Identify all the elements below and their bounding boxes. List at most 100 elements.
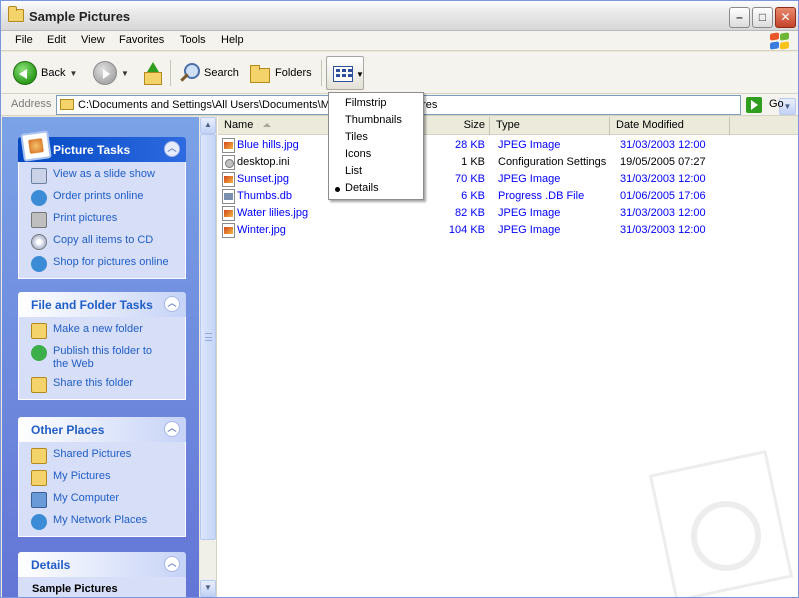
place-my-pictures[interactable]: My Pictures (31, 470, 185, 486)
back-arrow-icon (13, 61, 37, 85)
views-dropdown-icon: ▼ (356, 70, 364, 79)
other-places-header[interactable]: Other Places ︿ (18, 417, 186, 442)
table-row[interactable]: Blue hills.jpg 28 KB JPEG Image 31/03/2003 … (218, 137, 798, 154)
collapse-icon[interactable]: ︿ (164, 141, 180, 157)
scroll-up-icon[interactable]: ▲ (200, 117, 216, 134)
other-places-title: Other Places (31, 423, 105, 437)
place-shared-pictures[interactable]: Shared Pictures (31, 448, 185, 464)
search-icon (178, 62, 200, 84)
table-row[interactable]: Sunset.jpg 70 KB JPEG Image 31/03/2003 12:0… (218, 171, 798, 188)
windows-logo-icon (768, 32, 790, 50)
settings-file-icon (222, 155, 235, 170)
jpeg-file-icon (222, 223, 235, 238)
views-button[interactable]: ▼ (326, 56, 364, 90)
scroll-down-icon[interactable]: ▼ (200, 580, 216, 597)
menu-tools[interactable]: Tools (180, 34, 206, 46)
folders-icon (249, 63, 271, 83)
task-pane: Picture Tasks ︿ View as a slide show Ord… (2, 117, 199, 597)
view-icons[interactable]: Icons (345, 148, 371, 160)
menu-file[interactable]: File (15, 34, 33, 46)
table-row[interactable]: desktop.ini 1 KB Configuration Settings 19/… (218, 154, 798, 171)
globe-icon (31, 256, 47, 272)
view-filmstrip[interactable]: Filmstrip (345, 97, 387, 109)
search-label: Search (204, 67, 239, 79)
views-grid-icon (333, 66, 353, 82)
picture-tasks-header[interactable]: Picture Tasks ︿ (18, 130, 186, 162)
menu-edit[interactable]: Edit (47, 34, 66, 46)
task-new-folder[interactable]: Make a new folder (31, 323, 185, 339)
file-size: 6 KB (461, 190, 485, 202)
column-headers: Name Size Type Date Modified (218, 117, 798, 135)
go-arrow-icon[interactable] (746, 97, 762, 113)
file-date: 31/03/2003 12:00 (620, 173, 706, 185)
folder-icon (60, 99, 74, 110)
task-shop-pictures[interactable]: Shop for pictures online (31, 256, 185, 272)
my-pictures-icon (31, 470, 47, 486)
task-view-slideshow[interactable]: View as a slide show (31, 168, 185, 184)
file-name: Blue hills.jpg (237, 139, 299, 151)
menu-favorites[interactable]: Favorites (119, 34, 164, 46)
scroll-thumb[interactable] (200, 134, 216, 540)
back-button[interactable]: Back ▼ (13, 58, 77, 88)
task-print-pictures[interactable]: Print pictures (31, 212, 185, 228)
column-size[interactable]: Size (418, 117, 490, 135)
view-list[interactable]: List (345, 165, 362, 177)
file-type: Configuration Settings (498, 156, 607, 168)
menu-bar: File Edit View Favorites Tools Help (1, 31, 798, 51)
details-header[interactable]: Details ︿ (18, 552, 186, 577)
details-folder-name: Sample Pictures (18, 577, 186, 597)
vertical-scrollbar[interactable]: ▲ ▼ (200, 117, 217, 597)
new-folder-icon (31, 323, 47, 339)
table-row[interactable]: Water lilies.jpg 82 KB JPEG Image 31/03/200… (218, 205, 798, 222)
collapse-icon[interactable]: ︿ (164, 296, 180, 312)
collapse-icon[interactable]: ︿ (164, 421, 180, 437)
db-file-icon (222, 189, 235, 204)
file-folder-tasks-title: File and Folder Tasks (31, 298, 153, 312)
file-type: JPEG Image (498, 173, 561, 185)
view-tiles[interactable]: Tiles (345, 131, 368, 143)
forward-dropdown-icon[interactable]: ▼ (121, 69, 129, 78)
close-button[interactable]: ✕ (775, 7, 796, 28)
collapse-icon[interactable]: ︿ (164, 556, 180, 572)
file-date: 31/03/2003 12:00 (620, 224, 706, 236)
task-copy-cd[interactable]: Copy all items to CD (31, 234, 185, 250)
file-folder-tasks-header[interactable]: File and Folder Tasks ︿ (18, 292, 186, 317)
column-date-modified[interactable]: Date Modified (610, 117, 730, 135)
column-type[interactable]: Type (490, 117, 610, 135)
place-my-network[interactable]: My Network Places (31, 514, 185, 530)
place-my-computer[interactable]: My Computer (31, 492, 185, 508)
details-box: Details ︿ Sample Pictures (18, 552, 186, 597)
forward-button[interactable]: ▼ (93, 58, 129, 88)
maximize-button[interactable]: □ (752, 7, 773, 28)
task-share-folder[interactable]: Share this folder (31, 377, 185, 393)
address-label: Address (11, 98, 52, 110)
file-name: Thumbs.db (237, 190, 293, 202)
back-dropdown-icon[interactable]: ▼ (69, 69, 77, 78)
menu-view[interactable]: View (81, 34, 105, 46)
folders-button[interactable]: Folders (249, 58, 312, 88)
forward-arrow-icon (93, 61, 117, 85)
picture-tasks-icon (20, 130, 52, 162)
menu-help[interactable]: Help (221, 34, 244, 46)
table-row[interactable]: Winter.jpg 104 KB JPEG Image 31/03/2003 12:… (218, 222, 798, 239)
other-places-list: Shared Pictures My Pictures My Computer … (18, 442, 186, 537)
globe-icon (31, 190, 47, 206)
go-button[interactable]: Go (769, 98, 784, 110)
table-row[interactable]: Thumbs.db 6 KB Progress .DB File 01/06/2005… (218, 188, 798, 205)
search-button[interactable]: Search (178, 58, 239, 88)
up-folder-icon (142, 62, 162, 85)
view-details[interactable]: Details (345, 182, 379, 194)
views-menu: Filmstrip Thumbnails Tiles Icons List De… (328, 92, 424, 200)
view-thumbnails[interactable]: Thumbnails (345, 114, 402, 126)
title-bar[interactable]: Sample Pictures – □ ✕ (1, 1, 798, 31)
file-size: 70 KB (455, 173, 485, 185)
file-date: 01/06/2005 17:06 (620, 190, 706, 202)
up-folder-button[interactable] (142, 58, 162, 88)
toolbar-separator (170, 60, 171, 86)
task-publish-web[interactable]: Publish this folder to the Web (31, 345, 185, 371)
minimize-button[interactable]: – (729, 7, 750, 28)
file-type: JPEG Image (498, 224, 561, 236)
watermark-icon (648, 441, 798, 597)
file-name: Water lilies.jpg (237, 207, 309, 219)
task-order-prints[interactable]: Order prints online (31, 190, 185, 206)
